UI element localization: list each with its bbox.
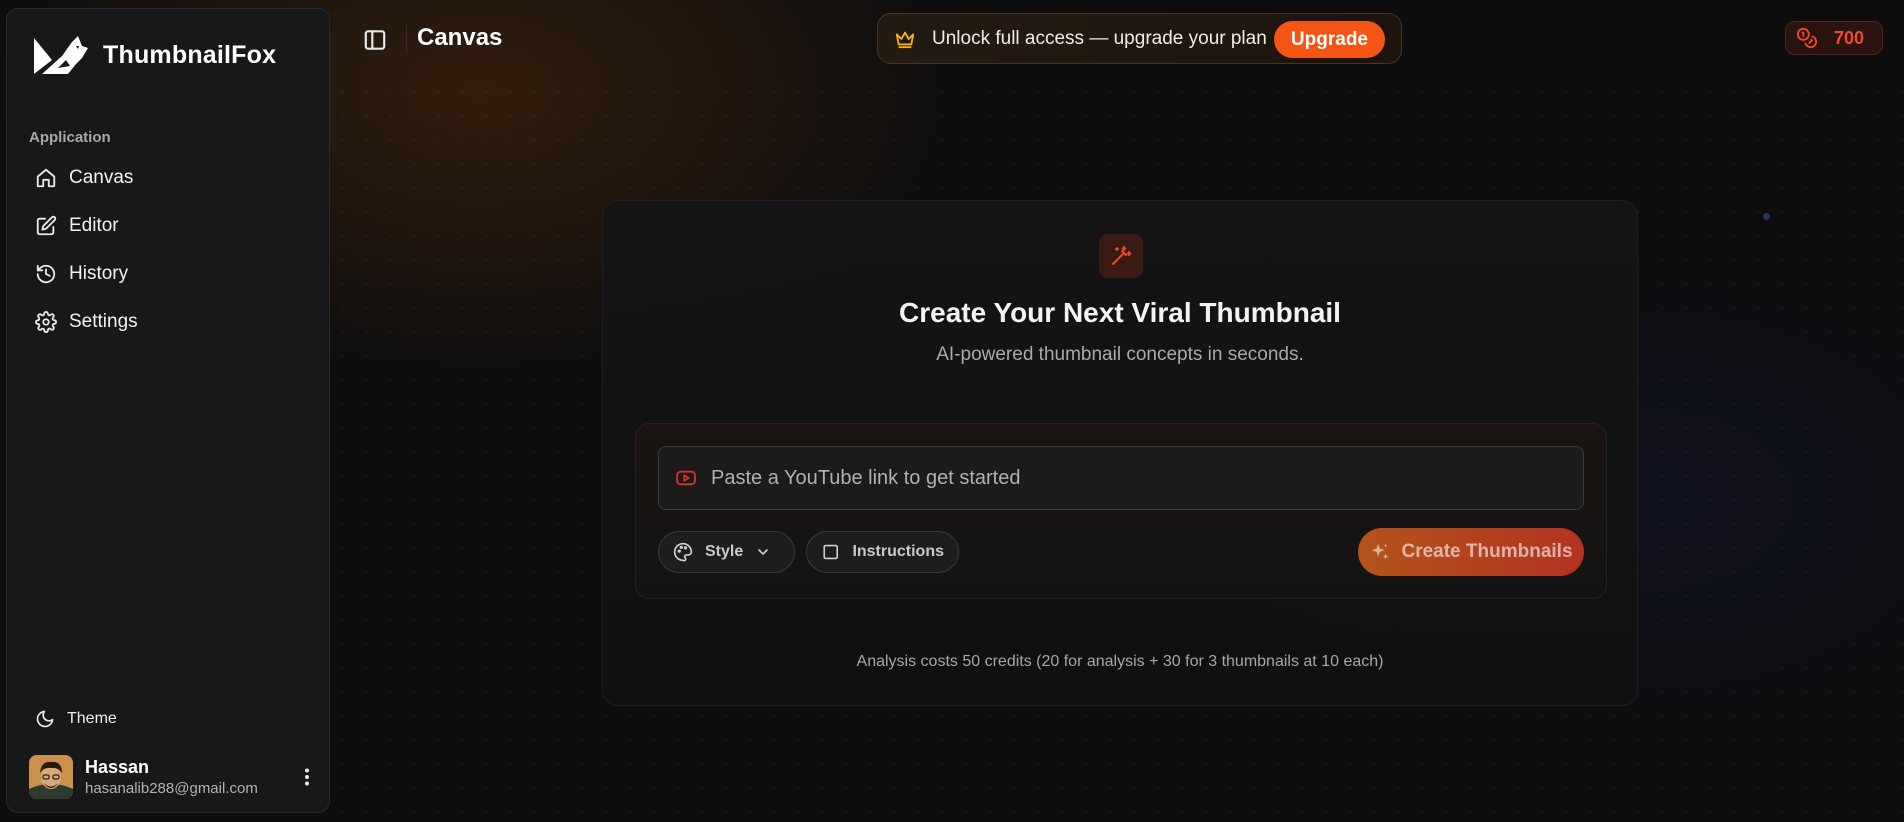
palette-icon [673, 542, 693, 562]
sidebar-item-history[interactable]: History [23, 252, 319, 296]
upgrade-button[interactable]: Upgrade [1273, 21, 1385, 58]
sidebar: ThumbnailFox Application Canvas Editor H… [6, 8, 330, 813]
brand[interactable]: ThumbnailFox [31, 33, 276, 77]
user-email: hasanalib288@gmail.com [85, 780, 258, 797]
history-icon [36, 264, 56, 284]
upgrade-banner: Unlock full access — upgrade your plan U… [877, 13, 1402, 64]
more-vertical-icon[interactable] [295, 765, 319, 789]
crown-icon [895, 31, 915, 48]
user-info: Hassan hasanalib288@gmail.com [85, 757, 258, 797]
youtube-icon [676, 470, 696, 486]
youtube-link-field[interactable] [658, 446, 1584, 510]
create-card: Create Your Next Viral Thumbnail AI-powe… [602, 200, 1638, 706]
user-profile[interactable]: Hassan hasanalib288@gmail.com [29, 755, 319, 799]
sidebar-toggle-icon [364, 30, 386, 50]
sparkles-icon [1372, 543, 1389, 560]
promo-text: Unlock full access — upgrade your plan [932, 27, 1267, 49]
chevron-down-icon [758, 549, 769, 555]
sidebar-toggle-button[interactable] [362, 27, 388, 53]
sidebar-item-editor[interactable]: Editor [23, 204, 319, 248]
decorative-dot [1763, 213, 1770, 220]
card-title: Create Your Next Viral Thumbnail [899, 297, 1341, 328]
input-panel: Style Instructions Create Thumbnails [635, 423, 1607, 599]
moon-icon [36, 710, 54, 728]
style-label: Style [705, 543, 744, 560]
user-name: Hassan [85, 757, 150, 777]
instructions-label: Instructions [852, 543, 944, 560]
card-subtitle: AI-powered thumbnail concepts in seconds… [936, 344, 1304, 365]
create-thumbnails-button[interactable]: Create Thumbnails [1358, 528, 1584, 576]
header-divider [406, 24, 407, 54]
credits-badge[interactable]: 700 [1785, 21, 1883, 55]
gear-icon [35, 311, 57, 333]
style-dropdown[interactable]: Style [658, 531, 795, 573]
create-thumbnails-label: Create Thumbnails [1401, 541, 1573, 562]
fox-logo-icon [31, 33, 91, 77]
youtube-link-input[interactable] [711, 466, 1583, 490]
sidebar-nav: Canvas Editor History Settings [23, 156, 319, 348]
avatar [29, 755, 73, 799]
sidebar-item-canvas[interactable]: Canvas [23, 156, 319, 200]
theme-toggle[interactable]: Theme [35, 709, 117, 729]
sidebar-item-label: Settings [69, 311, 138, 332]
page-title: Canvas [417, 24, 503, 51]
theme-label: Theme [67, 710, 117, 727]
app-name: ThumbnailFox [103, 40, 277, 69]
sidebar-item-settings[interactable]: Settings [23, 300, 319, 344]
instructions-button[interactable]: Instructions [806, 531, 959, 573]
credits-count: 700 [1833, 27, 1864, 48]
home-icon [36, 168, 56, 188]
sidebar-item-label: Editor [69, 215, 119, 236]
magic-wand-icon [1099, 234, 1143, 278]
instructions-icon [823, 544, 839, 560]
section-label-application: Application [29, 129, 111, 146]
cost-note: Analysis costs 50 credits (20 for analys… [856, 653, 1384, 670]
sidebar-item-label: Canvas [69, 167, 134, 188]
coins-icon [1796, 27, 1817, 49]
sidebar-item-label: History [69, 263, 129, 284]
edit-icon [36, 215, 57, 236]
